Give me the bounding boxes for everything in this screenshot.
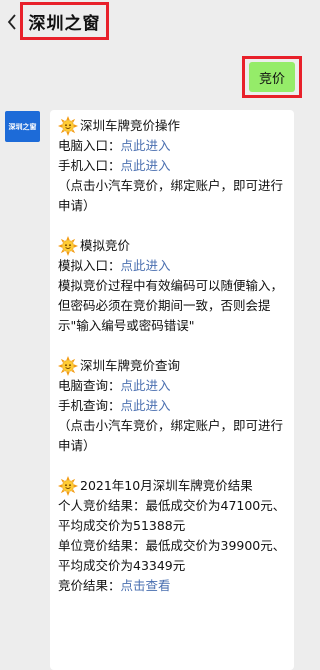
chat-title: 深圳之窗 [20,2,109,40]
sun-icon [58,236,78,256]
list-item: 电脑查询：点此进入 [58,378,171,393]
avatar[interactable]: 深圳之窗 [5,111,40,142]
chat-header: 深圳之窗 [0,0,308,44]
section-title: 深圳车牌竞价查询 [80,358,181,373]
mock-entry-link[interactable]: 点此进入 [121,258,171,273]
sun-icon [58,116,78,136]
back-arrow-icon[interactable] [4,12,20,32]
section-title: 模拟竞价 [80,238,131,253]
section-auction-query: 深圳车牌竞价查询 电脑查询：点此进入 手机查询：点此进入 （点击小汽车竞价，绑定… [58,356,288,456]
section-auction-operation: 深圳车牌竞价操作 电脑入口：点此进入 手机入口：点此进入 （点击小汽车竞价，绑定… [58,116,288,216]
list-item: 竞价结果：点击查看 [58,578,171,593]
note-text: （点击小汽车竞价，绑定账户，即可进行申请） [58,418,284,453]
section-auction-results: 2021年10月深圳车牌竞价结果 个人竞价结果：最低成交价为47100元、平均成… [58,476,288,596]
list-item: 模拟入口：点此进入 [58,258,171,273]
section-mock-auction: 模拟竞价 模拟入口：点此进入 模拟竞价过程中有效编码可以随便输入，但密码必须在竞… [58,236,288,336]
note-text: （点击小汽车竞价，绑定账户，即可进行申请） [58,178,284,213]
mobile-query-link[interactable]: 点此进入 [121,398,171,413]
pc-entry-link[interactable]: 点此进入 [121,138,171,153]
list-item: 手机查询：点此进入 [58,398,171,413]
sun-icon [58,356,78,376]
message-bubble: 深圳车牌竞价操作 电脑入口：点此进入 手机入口：点此进入 （点击小汽车竞价，绑定… [50,110,294,670]
mobile-entry-link[interactable]: 点此进入 [121,158,171,173]
sun-icon [58,476,78,496]
pc-query-link[interactable]: 点此进入 [121,378,171,393]
note-text: 模拟竞价过程中有效编码可以随便输入，但密码必须在竞价期间一致，否则会提示"输入编… [58,278,284,333]
list-item: 手机入口：点此进入 [58,158,171,173]
section-title: 2021年10月深圳车牌竞价结果 [80,478,253,493]
sent-message: 竞价 [242,56,302,98]
sent-message-bubble[interactable]: 竞价 [249,62,295,92]
company-result-text: 单位竞价结果：最低成交价为39900元、平均成交价为43349元 [58,538,286,573]
personal-result-text: 个人竞价结果：最低成交价为47100元、平均成交价为51388元 [58,498,286,533]
list-item: 电脑入口：点此进入 [58,138,171,153]
view-results-link[interactable]: 点击查看 [121,578,171,593]
section-title: 深圳车牌竞价操作 [80,118,181,133]
